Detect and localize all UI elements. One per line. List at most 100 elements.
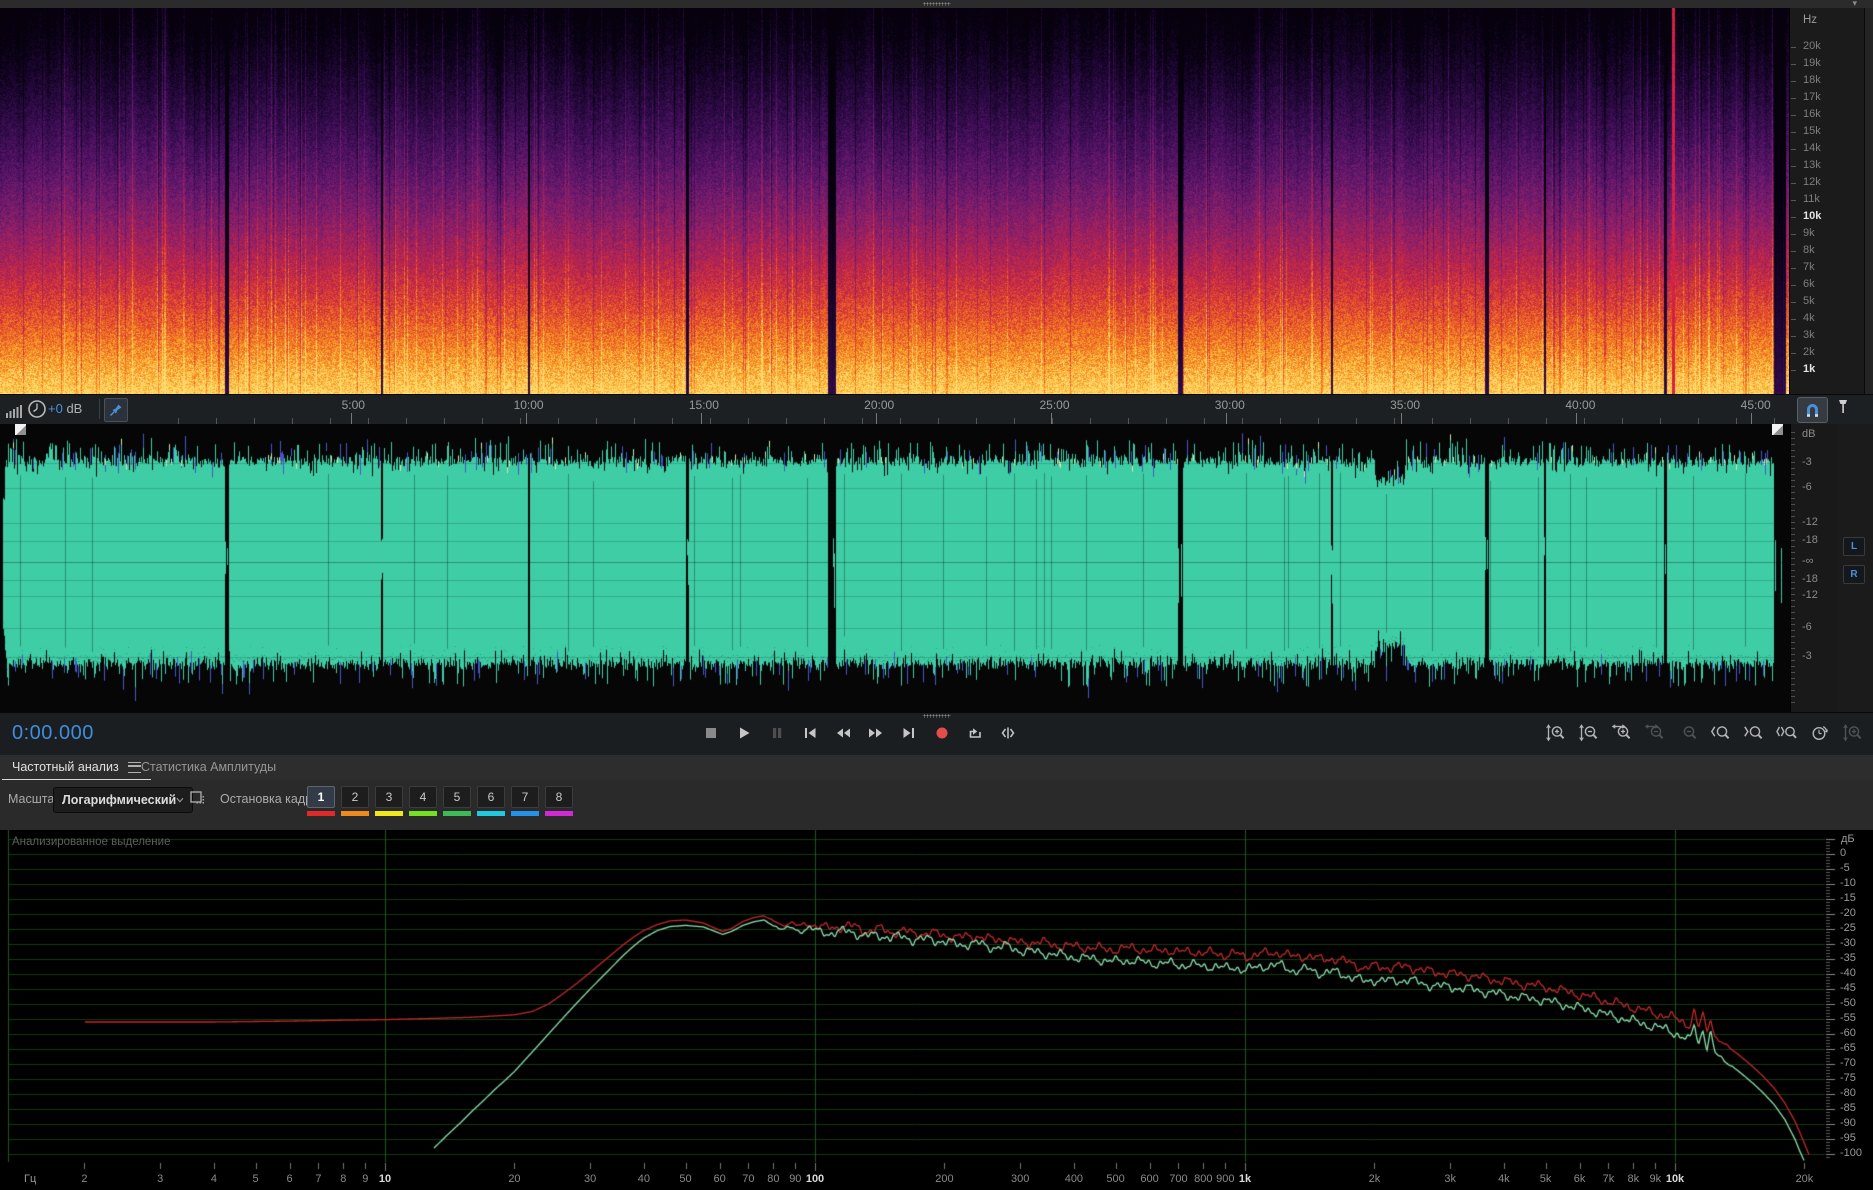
copy-graph-button[interactable] [188,790,206,808]
x-axis-tick-label: 6 [286,1173,293,1185]
pin-icon [109,404,122,417]
x-axis-tick-label: 9k [1649,1173,1662,1185]
frame-hold-button-1[interactable]: 1 [307,786,335,816]
zoom-to-out-point-button[interactable] [1741,723,1766,743]
waveform-display[interactable] [0,424,1790,712]
scale-dropdown[interactable]: Логарифмический [53,787,193,813]
skip-to-end-button[interactable] [896,720,922,746]
marker-pin-button[interactable] [1836,398,1850,423]
frame-hold-button-8[interactable]: 8 [545,786,573,816]
frame-hold-button-7[interactable]: 7 [511,786,539,816]
x-axis-tick-label: 70 [742,1173,755,1185]
zoom-out-vertical-button[interactable] [1576,723,1601,743]
frame-hold-number: 1 [307,786,335,808]
freq-scale-label: 17k [1803,91,1821,103]
freq-scale-label: 13k [1803,159,1821,171]
frame-hold-button-3[interactable]: 3 [375,786,403,816]
splitter-grip-icon[interactable] [922,714,951,718]
channel-l-button[interactable]: L [1843,537,1865,556]
frame-hold-button-6[interactable]: 6 [477,786,505,816]
y-axis-tick-label: -45 [1840,982,1856,994]
x-axis-tick-label: 1k [1238,1173,1252,1185]
x-axis-tick-label: 400 [1064,1173,1084,1185]
x-axis-tick-label: 80 [767,1173,780,1185]
pause-button[interactable] [764,720,790,746]
frame-hold-button-5[interactable]: 5 [443,786,471,816]
x-axis-tick-label: 90 [789,1173,802,1185]
y-axis-tick-label: -5 [1840,862,1850,874]
freq-scale-label: 4k [1803,312,1815,324]
record-button[interactable] [929,720,955,746]
selection-handle-right[interactable] [1772,424,1783,435]
frequency-scale: Hz 20k 19k 18k 17k 16k 15k 14k 13k 12k 11k 10k 9k 8k… [1789,8,1873,394]
scrollbar-grip-icon[interactable] [922,2,951,6]
freq-scale-label: 15k [1803,125,1821,137]
clock-icon[interactable] [27,399,47,424]
freq-scale-tick [1791,149,1796,150]
zoom-to-in-point-button[interactable] [1708,723,1733,743]
y-axis-tick-label: -10 [1840,877,1856,889]
frequency-plot[interactable] [0,830,1873,1190]
freq-scale-label: 10k [1803,210,1822,222]
zoom-out-horizontal-button[interactable] [1642,723,1667,743]
skip-selection-button[interactable] [995,720,1021,746]
x-axis-tick-label: 700 [1169,1173,1188,1185]
zoom-in-horizontal-button[interactable] [1609,723,1634,743]
y-axis-tick-label: -90 [1840,1117,1856,1129]
freq-scale-label: 7k [1803,261,1815,273]
y-axis-tick-label: -85 [1840,1102,1856,1114]
zoom-buttons [1543,723,1865,743]
freq-scale-label: 6k [1803,278,1815,290]
fast-forward-button[interactable] [863,720,889,746]
freq-scale-label: 18k [1803,74,1821,86]
channel-r-button[interactable]: R [1843,565,1865,584]
frame-hold-button-4[interactable]: 4 [409,786,437,816]
tab-frequency-analysis[interactable]: Частотный анализ [2,755,151,781]
zoom-timer-button[interactable] [1807,723,1832,743]
skip-to-start-button[interactable] [797,720,823,746]
gain-indicator[interactable]: +0 dB [48,401,82,416]
spectrogram-display[interactable] [0,8,1790,394]
pin-timeline-button[interactable] [104,398,128,422]
freq-scale-tick [1791,98,1796,99]
zoom-full-button[interactable] [1840,723,1865,743]
x-axis-tick-label: 200 [935,1173,954,1185]
y-axis-tick-label: -75 [1840,1072,1856,1084]
y-axis-unit: дБ [1841,833,1855,845]
vertical-scrollbar[interactable] [1864,8,1873,394]
x-axis-tick-label: 8 [340,1173,347,1185]
y-axis-tick-label: -20 [1840,907,1856,919]
loop-playback-button[interactable] [962,720,988,746]
y-axis-tick-label: -100 [1840,1147,1863,1159]
tab-amplitude-statistics[interactable]: Статистика Амплитуды [131,755,286,779]
zoom-in-vertical-button[interactable] [1543,723,1568,743]
db-scale-label: -6 [1802,621,1812,633]
selection-handle-left[interactable] [15,424,26,435]
y-axis-tick-label: -30 [1840,937,1856,949]
y-axis-tick-label: -70 [1840,1057,1856,1069]
freq-scale-label: 9k [1803,227,1815,239]
frame-hold-number: 2 [341,786,369,808]
timeline-label: 30:00 [1214,398,1245,412]
zoom-reset-button[interactable] [1675,723,1700,743]
db-scale-label: -12 [1802,589,1818,601]
zoom-to-selection-button[interactable] [1774,723,1799,743]
play-button[interactable] [731,720,757,746]
db-scale-label: -3 [1802,650,1812,662]
y-axis-tick-label: -65 [1840,1042,1856,1054]
frame-hold-button-2[interactable]: 2 [341,786,369,816]
stop-button[interactable] [698,720,724,746]
divider [99,399,100,419]
x-axis-tick-label: 4k [1498,1173,1510,1185]
frame-hold-number: 6 [477,786,505,808]
x-axis-tick-label: 800 [1194,1173,1213,1185]
tab-label: Частотный анализ [12,760,119,774]
x-axis-tick-label: 4 [210,1173,217,1185]
db-scale-label: -12 [1802,516,1818,528]
levels-icon[interactable] [6,402,24,423]
time-ruler[interactable]: 5:00 10:00 15:00 20:00 25:00 30:00 35:00 40:00 4… [130,395,1790,425]
playhead-time-display[interactable]: 0:00.000 [12,722,94,745]
rewind-button[interactable] [830,720,856,746]
spectrogram-panel: Hz 20k 19k 18k 17k 16k 15k 14k 13k 12k 11k 10k 9k 8k… [0,8,1873,394]
toggle-snapping-button[interactable] [1797,397,1828,423]
